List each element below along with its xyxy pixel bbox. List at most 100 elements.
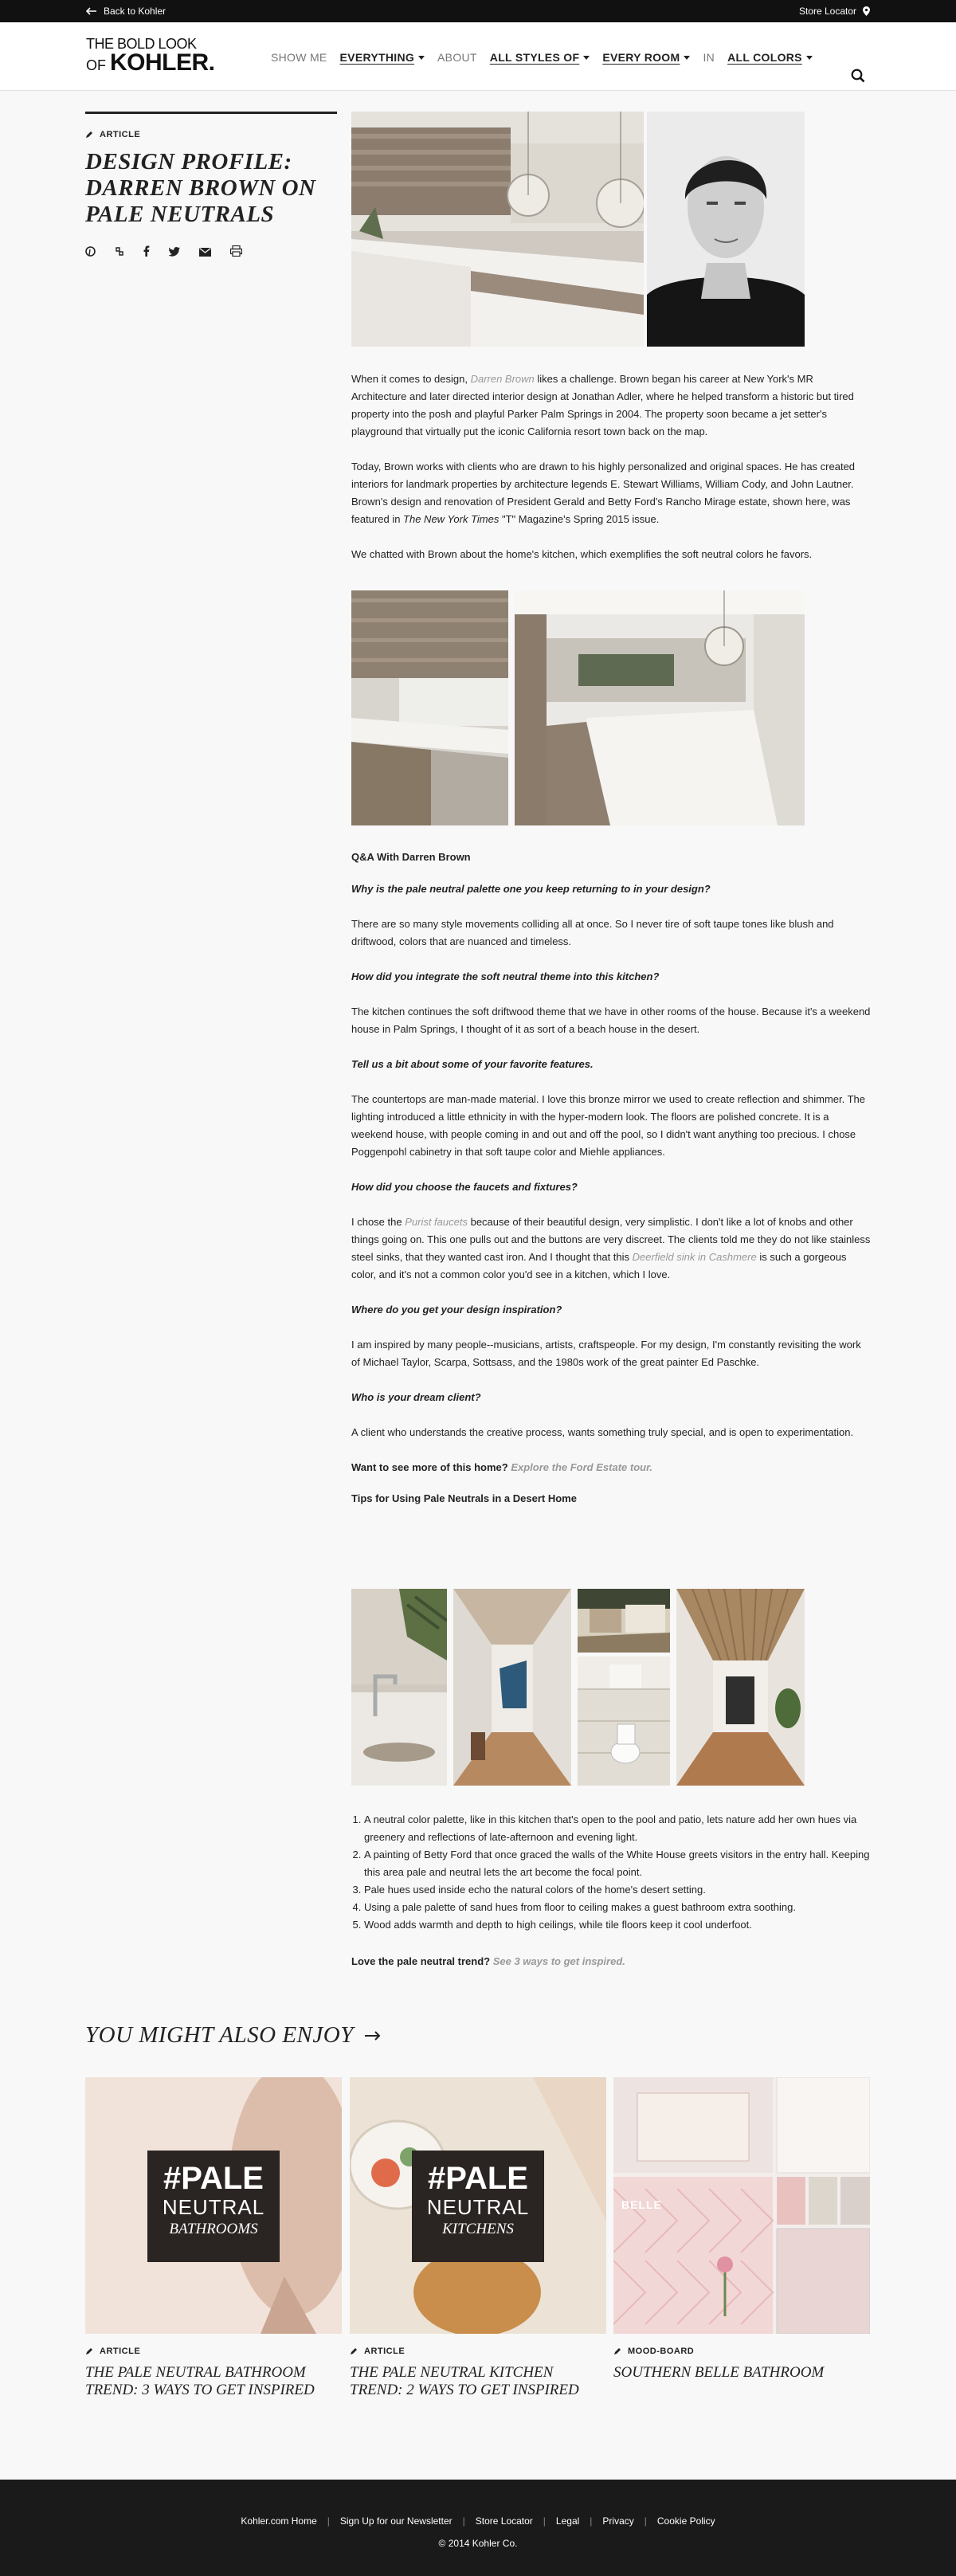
footer-copyright: © 2014 Kohler Co. <box>438 2538 518 2549</box>
badge-hashtag: #PALE <box>163 2161 264 2196</box>
pencil-icon <box>351 2348 357 2354</box>
footer-separator: | <box>590 2515 593 2527</box>
tip-photo-guest-bathroom <box>578 1657 670 1786</box>
love-trend-line: Love the pale neutral trend? See 3 ways … <box>351 1953 871 1970</box>
you-might-also-enjoy-heading: YOU MIGHT ALSO ENJOY <box>85 2022 381 2049</box>
logo-of: OF <box>86 57 106 73</box>
store-locator-label: Store Locator <box>798 6 856 17</box>
footer-link-legal[interactable]: Legal <box>556 2515 579 2527</box>
twitter-icon <box>168 246 180 257</box>
tips-heading: Tips for Using Pale Neutrals in a Desert… <box>351 1492 577 1504</box>
ford-estate-tour-link[interactable]: Explore the Ford Estate tour. <box>511 1461 652 1473</box>
answer-2: The kitchen continues the soft driftwood… <box>351 1006 871 1035</box>
nav-in: IN <box>703 51 715 64</box>
kitchen-counter-photo <box>351 590 508 825</box>
chevron-down-icon <box>805 55 813 60</box>
designer-portrait-photo <box>647 112 805 347</box>
chevron-down-icon <box>684 55 691 60</box>
tip-item: Pale hues used inside echo the natural c… <box>364 1881 871 1899</box>
kitchen-island-photo <box>515 590 805 825</box>
hero-kitchen-photo <box>351 112 644 347</box>
intro-paragraph-3: We chatted with Brown about the home's k… <box>351 548 813 560</box>
question-4: How did you choose the faucets and fixtu… <box>351 1181 578 1193</box>
question-1: Why is the pale neutral palette one you … <box>351 883 711 895</box>
article-intro: When it comes to design, Darren Brown li… <box>351 371 871 563</box>
delicious-share-button[interactable] <box>115 246 124 261</box>
footer-separator: | <box>462 2515 465 2527</box>
question-2: How did you integrate the soft neutral t… <box>351 970 660 982</box>
badge-hashtag: #PALE <box>428 2161 528 2196</box>
tip-item: A painting of Betty Ford that once grace… <box>364 1846 871 1881</box>
article-type-label: ARTICLE <box>100 130 141 139</box>
nav-every-room-label: EVERY ROOM <box>602 51 680 64</box>
footer-link-cookie-policy[interactable]: Cookie Policy <box>657 2515 715 2527</box>
facebook-share-button[interactable] <box>143 245 150 261</box>
print-button[interactable] <box>229 245 243 261</box>
nav-every-room-dropdown[interactable]: EVERY ROOM <box>602 51 691 64</box>
answer-4: I chose the Purist faucets because of th… <box>351 1214 871 1284</box>
tips-section: A neutral color palette, like in this ki… <box>351 1811 871 1970</box>
related-card-bathroom[interactable]: #PALE NEUTRAL BATHROOMS ARTICLE THE PALE… <box>85 2077 342 2399</box>
top-utility-bar: Back to Kohler Store Locator <box>0 0 956 22</box>
related-card-tag: ARTICLE <box>85 2347 342 2356</box>
footer-link-kohler-home[interactable]: Kohler.com Home <box>241 2515 316 2527</box>
twitter-share-button[interactable] <box>168 246 180 261</box>
belle-badge: BELLE <box>621 2198 662 2211</box>
related-card-kitchen[interactable]: #PALE NEUTRAL KITCHENS ARTICLE THE PALE … <box>350 2077 606 2399</box>
footer-separator: | <box>543 2515 546 2527</box>
ymae-title: YOU MIGHT ALSO ENJOY <box>85 2022 354 2048</box>
printer-icon <box>229 245 243 257</box>
pencil-icon <box>86 2348 92 2354</box>
filter-nav: SHOW ME EVERYTHING ABOUT ALL STYLES OF E… <box>271 51 825 64</box>
nav-all-colors-dropdown[interactable]: ALL COLORS <box>727 51 813 64</box>
page-title: DESIGN PROFILE: DARREN BROWN ON PALE NEU… <box>85 149 316 227</box>
store-locator-link[interactable]: Store Locator <box>799 6 870 17</box>
related-card-tag-label: MOOD-BOARD <box>628 2347 695 2356</box>
footer-link-store-locator[interactable]: Store Locator <box>476 2515 533 2527</box>
intro-paragraph-2: Today, Brown works with clients who are … <box>351 458 871 528</box>
love-trend-label: Love the pale neutral trend? <box>351 1955 491 1967</box>
badge-room: KITCHENS <box>442 2221 514 2237</box>
tip-item: A neutral color palette, like in this ki… <box>364 1811 871 1846</box>
related-card-title: THE PALE NEUTRAL BATHROOM TREND: 3 WAYS … <box>85 2364 315 2398</box>
nav-everything-dropdown[interactable]: EVERYTHING <box>340 51 425 64</box>
related-card-image: #PALE NEUTRAL KITCHENS <box>350 2077 606 2334</box>
footer-link-privacy[interactable]: Privacy <box>602 2515 633 2527</box>
answer-1: There are so many style movements collid… <box>351 918 834 947</box>
arrow-right-icon <box>364 2030 381 2041</box>
nav-all-styles-dropdown[interactable]: ALL STYLES OF <box>490 51 590 64</box>
email-share-button[interactable] <box>199 246 211 261</box>
related-card-moodboard[interactable]: BELLE MOOD-BOARD SOUTHERN BELLE BATHROOM <box>613 2077 870 2382</box>
more-home-line: Want to see more of this home? Explore t… <box>351 1459 871 1476</box>
logo-brand: KOHLER. <box>110 49 215 76</box>
pinterest-share-button[interactable] <box>85 245 96 261</box>
chevron-down-icon <box>583 55 590 60</box>
purist-faucets-link[interactable]: Purist faucets <box>405 1216 468 1228</box>
search-icon <box>851 69 865 83</box>
back-to-kohler-link[interactable]: Back to Kohler <box>86 6 166 17</box>
deerfield-sink-link[interactable]: Deerfield sink in Cashmere <box>633 1251 757 1263</box>
arrow-left-icon <box>86 7 96 15</box>
pale-neutral-badge: #PALE NEUTRAL KITCHENS <box>412 2151 544 2262</box>
answer-6: A client who understands the creative pr… <box>351 1426 854 1438</box>
footer-link-newsletter[interactable]: Sign Up for our Newsletter <box>340 2515 453 2527</box>
envelope-icon <box>199 247 211 257</box>
related-card-image: BELLE <box>613 2077 870 2334</box>
darren-brown-link[interactable]: Darren Brown <box>471 373 535 385</box>
nav-show-me: SHOW ME <box>271 51 327 64</box>
search-button[interactable] <box>851 69 865 87</box>
get-inspired-link[interactable]: See 3 ways to get inspired. <box>493 1955 625 1967</box>
kohler-logo[interactable]: THE BOLD LOOK OF KOHLER. <box>86 37 215 75</box>
qa-section: Q&A With Darren Brown Why is the pale ne… <box>351 851 871 1504</box>
question-6: Who is your dream client? <box>351 1391 481 1403</box>
related-card-tag-label: ARTICLE <box>364 2347 406 2356</box>
pencil-icon <box>86 131 92 138</box>
article-sidebar: ARTICLE DESIGN PROFILE: DARREN BROWN ON … <box>85 112 337 261</box>
tip-photo-courtyard <box>578 1589 670 1653</box>
share-bar <box>85 245 337 261</box>
related-card-tag: MOOD-BOARD <box>613 2347 870 2356</box>
badge-neutral: NEUTRAL <box>162 2195 265 2219</box>
badge-neutral: NEUTRAL <box>426 2195 530 2219</box>
related-card-image: #PALE NEUTRAL BATHROOMS <box>85 2077 342 2334</box>
related-card-tag-label: ARTICLE <box>100 2347 141 2356</box>
